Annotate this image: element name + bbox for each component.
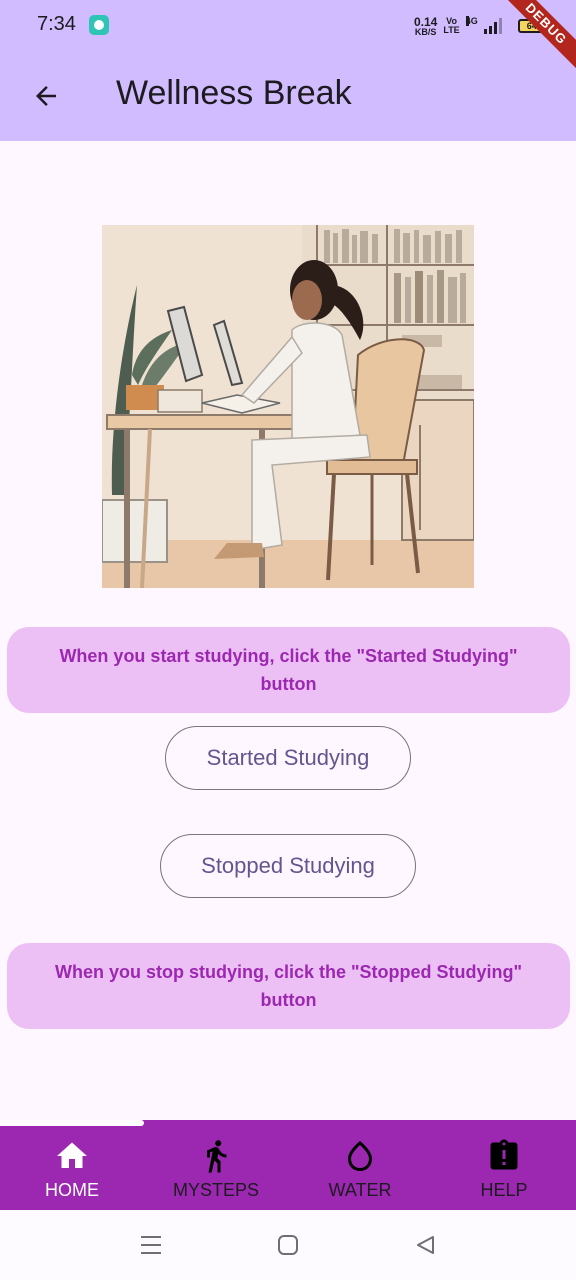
nav-label-help: HELP — [480, 1180, 528, 1200]
nav-item-home[interactable]: HOME — [0, 1120, 144, 1210]
arrow-back-icon — [36, 86, 56, 106]
home-system-icon[interactable] — [277, 1234, 299, 1256]
stop-studying-info: When you stop studying, click the "Stopp… — [7, 943, 570, 1029]
status-time: 7:34 — [37, 13, 76, 35]
home-icon — [57, 1142, 87, 1168]
stopped-studying-button[interactable]: Stopped Studying — [160, 834, 416, 898]
network-speed-value: 0.14 — [414, 14, 438, 29]
back-system-icon[interactable] — [414, 1234, 436, 1256]
volte-indicator: Vo LTE — [443, 17, 459, 35]
back-button[interactable] — [24, 74, 68, 118]
started-studying-button[interactable]: Started Studying — [165, 726, 411, 790]
signal-strength-icon: 4G — [465, 16, 502, 34]
start-studying-info: When you start studying, click the "Star… — [7, 627, 570, 713]
volte-bottom: LTE — [443, 25, 460, 35]
network-type: 4G — [465, 16, 478, 26]
nav-item-water[interactable]: WATER — [288, 1120, 432, 1210]
bottom-navigation: HOME MYSTEPS WATER HELP — [0, 1120, 576, 1210]
stop-studying-info-text: When you stop studying, click the "Stopp… — [54, 962, 523, 1010]
study-illustration — [102, 225, 474, 588]
water-drop-icon — [348, 1141, 372, 1171]
app-header: 7:34 0.14 KB/S Vo LTE 4G 64 DEBUG Wellne… — [0, 0, 576, 141]
page-title: Wellness Break — [116, 74, 352, 112]
start-studying-info-text: When you start studying, click the "Star… — [59, 646, 518, 694]
clipboard-alert-icon — [490, 1139, 518, 1170]
recent-apps-icon[interactable] — [139, 1234, 163, 1256]
network-speed: 0.14 KB/S — [414, 16, 437, 37]
nav-item-mysteps[interactable]: MYSTEPS — [144, 1120, 288, 1210]
status-bar: 7:34 0.14 KB/S Vo LTE 4G 64 DEBUG — [0, 0, 576, 74]
nav-label-home: HOME — [45, 1180, 99, 1200]
network-speed-unit: KB/S — [414, 26, 437, 37]
system-navigation-bar — [0, 1210, 576, 1280]
walking-person-icon — [207, 1140, 227, 1173]
nav-label-water: WATER — [328, 1180, 392, 1200]
nav-item-help[interactable]: HELP — [432, 1120, 576, 1210]
notification-app-icon — [89, 15, 109, 35]
nav-label-mysteps: MYSTEPS — [172, 1180, 260, 1200]
nav-selected-indicator — [0, 1120, 144, 1126]
